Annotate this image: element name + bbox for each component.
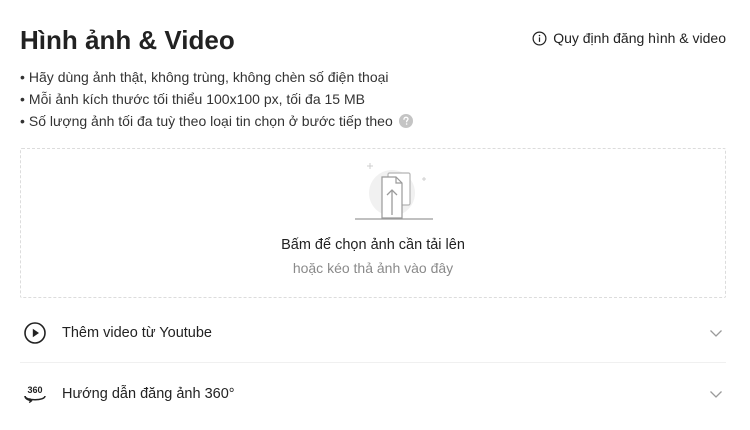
play-circle-icon: [22, 320, 48, 346]
guideline-text: Số lượng ảnh tối đa tuỳ theo loại tin ch…: [28, 113, 393, 129]
section-header: Hình ảnh & Video Quy định đăng hình & vi…: [20, 22, 726, 58]
add-youtube-video-row[interactable]: Thêm video từ Youtube: [20, 303, 726, 363]
section-title: Hình ảnh & Video: [20, 25, 235, 55]
rotate-360-icon: 360: [22, 381, 48, 407]
guideline-list: • Hãy dùng ảnh thật, không trùng, không …: [20, 66, 413, 132]
rotate-360-icon-text: 360: [27, 385, 42, 395]
bullet-marker: •: [20, 113, 25, 129]
dropzone-primary-text: Bấm để chọn ảnh cần tải lên: [281, 237, 465, 253]
upload-illustration-icon: [355, 163, 433, 220]
chevron-down-icon[interactable]: [708, 325, 724, 341]
rules-link-label: Quy định đăng hình & video: [553, 30, 726, 46]
chevron-down-icon[interactable]: [708, 386, 724, 402]
help-icon[interactable]: [398, 114, 413, 128]
image-video-panel: Hình ảnh & Video Quy định đăng hình & vi…: [0, 0, 750, 430]
guideline-item: • Hãy dùng ảnh thật, không trùng, không …: [20, 66, 413, 88]
add-youtube-video-label: Thêm video từ Youtube: [62, 324, 212, 341]
photo-360-guide-label: Hướng dẫn đăng ảnh 360°: [62, 386, 235, 402]
bullet-marker: •: [20, 91, 25, 107]
guideline-item: • Mỗi ảnh kích thước tối thiểu 100x100 p…: [20, 88, 413, 110]
photo-360-guide-row[interactable]: 360 Hướng dẫn đăng ảnh 360°: [20, 364, 726, 424]
image-upload-dropzone[interactable]: Bấm để chọn ảnh cần tải lên hoặc kéo thả…: [20, 148, 726, 298]
guideline-text: Hãy dùng ảnh thật, không trùng, không ch…: [28, 69, 389, 85]
rules-link[interactable]: Quy định đăng hình & video: [532, 30, 726, 46]
bullet-marker: •: [20, 69, 25, 85]
guideline-item: • Số lượng ảnh tối đa tuỳ theo loại tin …: [20, 110, 413, 132]
dropzone-secondary-text: hoặc kéo thả ảnh vào đây: [292, 260, 454, 276]
info-icon: [532, 31, 547, 46]
guideline-text: Mỗi ảnh kích thước tối thiểu 100x100 px,…: [28, 91, 365, 107]
